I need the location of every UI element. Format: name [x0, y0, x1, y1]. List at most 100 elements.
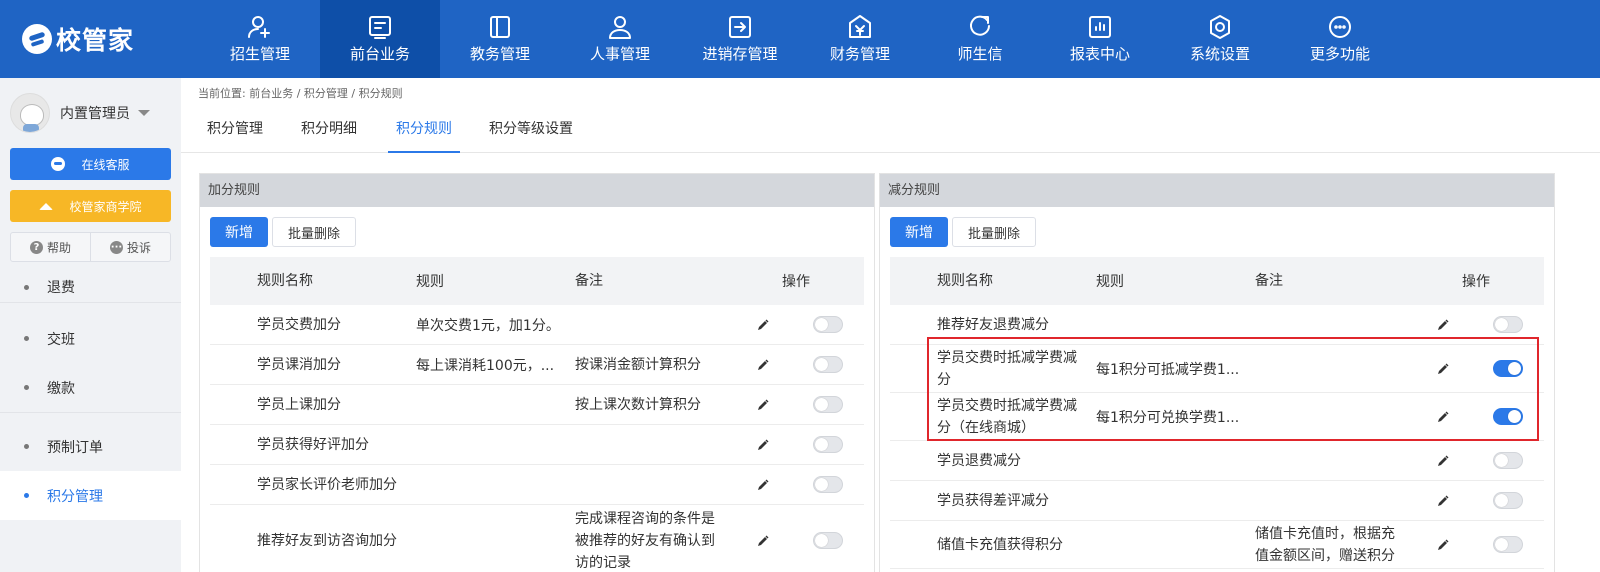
nav-item-3[interactable]: 人事管理 [560, 0, 680, 78]
enable-toggle[interactable] [813, 436, 843, 453]
table-row: 学员交费加分 单次交费1元，加1分。 [210, 305, 864, 345]
ellipsis-icon: ··· [109, 240, 123, 254]
enable-toggle[interactable] [1493, 492, 1523, 509]
sidebar-menu-item[interactable]: 预制订单 [0, 422, 181, 471]
add-rule-new-button[interactable]: 新增 [210, 217, 268, 247]
col-op-header: 操作 [782, 274, 810, 290]
nav-item-4[interactable]: 进销存管理 [680, 0, 800, 78]
user-add-icon [248, 16, 270, 38]
online-service-button[interactable]: 在线客服 [10, 148, 171, 180]
sidebar-menu-item[interactable]: 积分管理 [0, 471, 181, 520]
help-label: 帮助 [46, 240, 71, 255]
nav-label: 人事管理 [589, 45, 650, 63]
rule-name: 学员获得好评加分 [257, 436, 369, 453]
sidebar-menu-item[interactable]: 交班 [0, 314, 181, 363]
online-service-label: 在线客服 [81, 157, 130, 172]
bullet-icon [24, 385, 29, 390]
enable-toggle[interactable] [813, 532, 843, 549]
help-button[interactable]: ? 帮助 [11, 233, 90, 261]
edit-pencil-icon[interactable] [1436, 454, 1450, 468]
tab-0[interactable]: 积分管理 [201, 108, 269, 153]
table-header: 规则名称 规则 备注 操作 [210, 257, 864, 305]
rule-note: 储值卡充值时，根据充值金额区间，赠送积分 [1255, 525, 1395, 564]
edit-pencil-icon[interactable] [1436, 538, 1450, 552]
edit-pencil-icon[interactable] [756, 398, 770, 412]
sidebar-menu-item[interactable]: 退费 [0, 272, 181, 302]
tab-2[interactable]: 积分规则 [388, 108, 460, 153]
menu-item-label: 退费 [47, 280, 75, 296]
enable-toggle[interactable] [1493, 360, 1523, 377]
nav-item-8[interactable]: 系统设置 [1160, 0, 1280, 78]
edit-pencil-icon[interactable] [756, 438, 770, 452]
complaint-button[interactable]: ··· 投诉 [90, 233, 170, 261]
tab-3[interactable]: 积分等级设置 [486, 108, 576, 153]
edit-pencil-icon[interactable] [1436, 362, 1450, 376]
table-row: 学员获得差评减分 [890, 481, 1544, 521]
nav-item-5[interactable]: 财务管理 [800, 0, 920, 78]
menu-item-label: 预制订单 [47, 439, 103, 456]
edit-pencil-icon[interactable] [756, 358, 770, 372]
nav-label: 师生信 [957, 45, 1003, 63]
enable-toggle[interactable] [1493, 536, 1523, 553]
col-rule-header: 规则 [1096, 274, 1124, 290]
complaint-label: 投诉 [126, 240, 151, 255]
table-row: 推荐好友到访咨询加分 完成课程咨询的条件是被推荐的好友有确认到访的记录 [210, 505, 864, 572]
enable-toggle[interactable] [813, 356, 843, 373]
rule-text: 每1积分可抵减学费1... [1096, 361, 1240, 378]
sub-rules-table: 规则名称 规则 备注 操作 推荐好友退费减分 学员交费时抵减学费减分 每1积分可抵减学费1.… [890, 257, 1544, 569]
chat-icon [51, 157, 66, 171]
bullet-icon [24, 336, 29, 341]
rule-text: 每1积分可兑换学费1... [1096, 409, 1240, 426]
sidebar-menu-item[interactable]: 缴款 [0, 363, 181, 412]
add-rule-batch-delete-button[interactable]: 批量删除 [272, 217, 356, 247]
rule-note: 按上课次数计算积分 [575, 396, 701, 413]
bullet-icon [24, 444, 29, 449]
table-row: 学员交费时抵减学费减分（在线商城） 每1积分可兑换学费1... [890, 393, 1544, 441]
app-logo[interactable]: 校管家 [0, 0, 200, 78]
edit-pencil-icon[interactable] [756, 534, 770, 548]
logo-icon [22, 24, 52, 54]
enable-toggle[interactable] [813, 396, 843, 413]
sub-rule-batch-delete-button[interactable]: 批量删除 [952, 217, 1036, 247]
nav-label: 财务管理 [829, 45, 890, 63]
rule-name: 学员退费减分 [937, 452, 1021, 469]
main-content: 当前位置: 前台业务 / 积分管理 / 积分规则 积分管理 积分明细 积分规则 积分等… [181, 78, 1600, 572]
enable-toggle[interactable] [1493, 316, 1523, 333]
edit-pencil-icon[interactable] [756, 478, 770, 492]
enable-toggle[interactable] [813, 476, 843, 493]
sub-rule-new-button[interactable]: 新增 [890, 217, 948, 247]
edit-pencil-icon[interactable] [1436, 494, 1450, 508]
nav-label: 前台业务 [349, 45, 410, 63]
edit-pencil-icon[interactable] [1436, 318, 1450, 332]
report-icon [1089, 16, 1111, 38]
nav-item-6[interactable]: 师生信 [920, 0, 1040, 78]
edit-pencil-icon[interactable] [1436, 410, 1450, 424]
menu-divider [0, 302, 181, 314]
edit-pencil-icon[interactable] [756, 318, 770, 332]
col-rule-header: 规则 [416, 274, 444, 290]
nav-item-2[interactable]: 教务管理 [440, 0, 560, 78]
graduation-cap-icon [39, 202, 54, 210]
nav-item-7[interactable]: 报表中心 [1040, 0, 1160, 78]
bullet-icon [24, 284, 29, 290]
add-rules-panel: 加分规则 新增 批量删除 规则名称 规则 备注 操作 学员交费加分 单次交费1元，加1分。… [199, 173, 875, 572]
nav-item-0[interactable]: 招生管理 [200, 0, 320, 78]
nav-item-1[interactable]: 前台业务 [320, 0, 440, 78]
rule-name: 推荐好友到访咨询加分 [257, 532, 397, 549]
add-rules-table: 规则名称 规则 备注 操作 学员交费加分 单次交费1元，加1分。 学员课消加分 每上课消耗10… [210, 257, 864, 572]
nav-label: 系统设置 [1189, 45, 1250, 63]
enable-toggle[interactable] [1493, 408, 1523, 425]
message-icon [970, 15, 990, 36]
tab-1[interactable]: 积分明细 [296, 108, 362, 153]
enable-toggle[interactable] [1493, 452, 1523, 469]
academy-button[interactable]: 校管家商学院 [10, 190, 171, 222]
table-row: 学员退费减分 [890, 441, 1544, 481]
chevron-down-icon [138, 110, 150, 116]
user-menu[interactable]: 内置管理员 [0, 78, 181, 148]
table-row: 学员获得好评加分 [210, 425, 864, 465]
nav-item-9[interactable]: 更多功能 [1280, 0, 1400, 78]
help-row: ? 帮助 ··· 投诉 [10, 232, 171, 262]
sub-rules-title: 减分规则 [880, 174, 1554, 207]
enable-toggle[interactable] [813, 316, 843, 333]
finance-icon [849, 15, 871, 38]
